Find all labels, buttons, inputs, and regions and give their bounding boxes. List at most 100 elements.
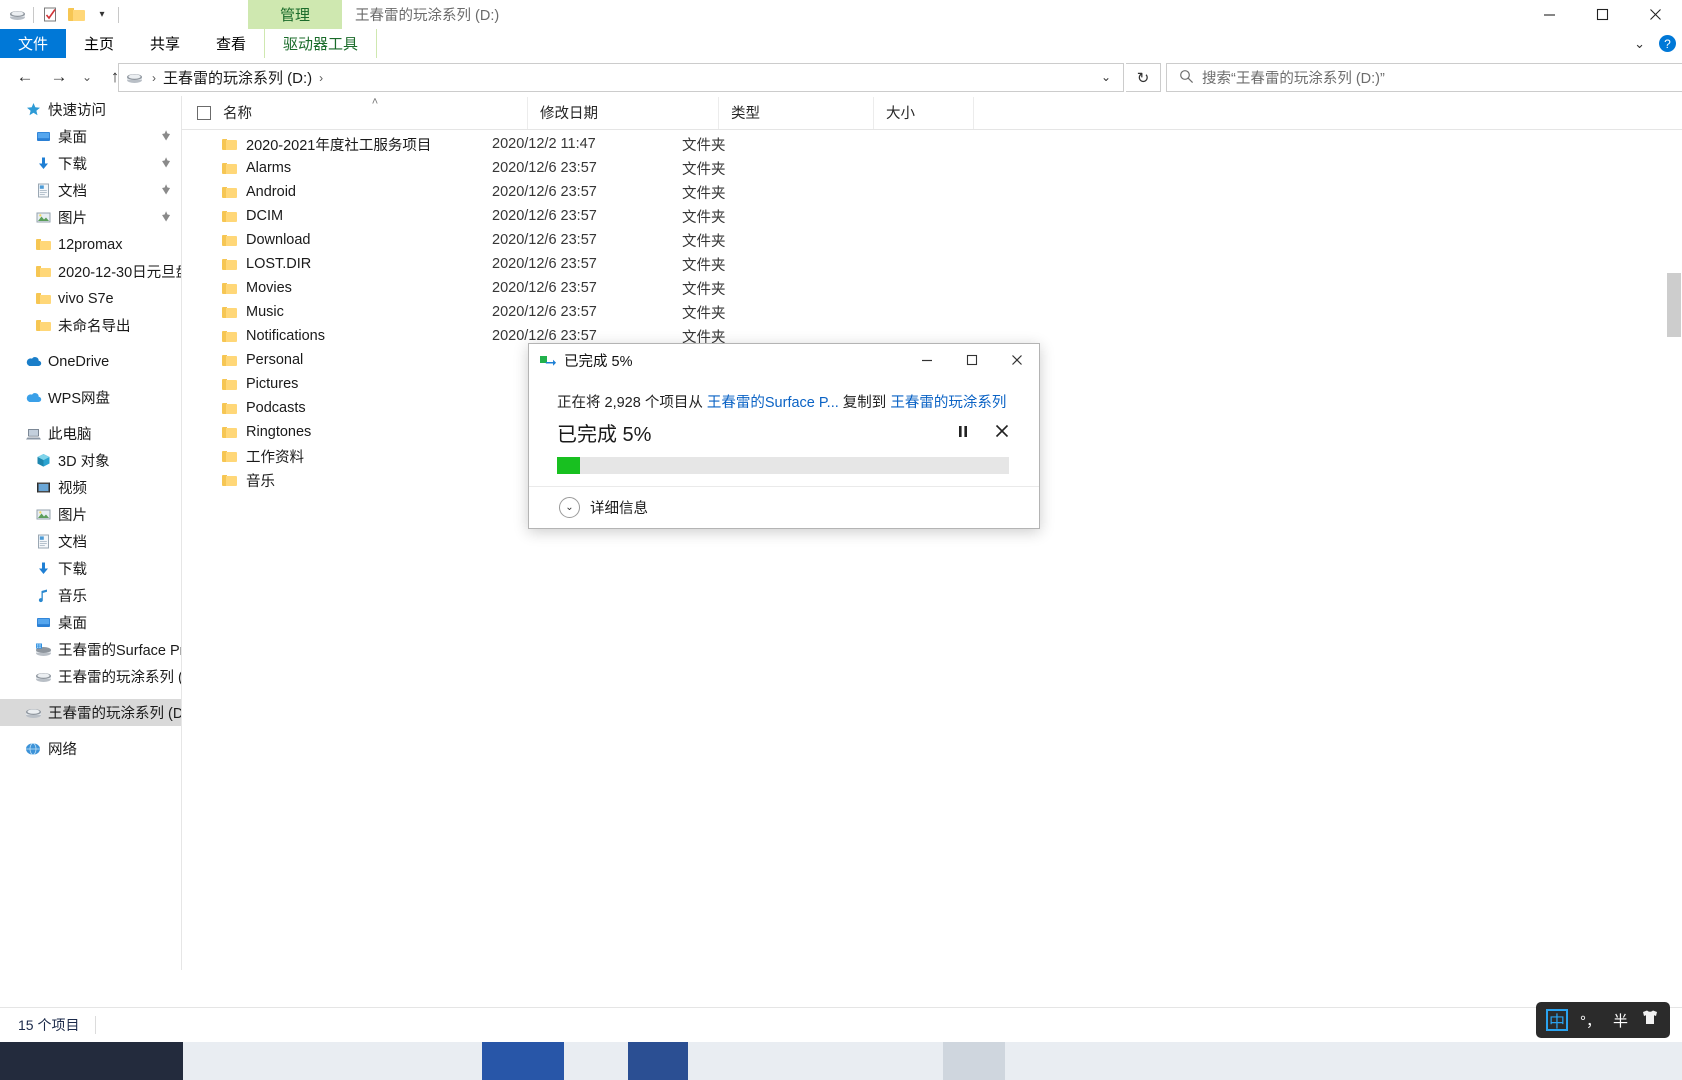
search-input[interactable]: 搜索“王春雷的玩涂系列 (D:)” [1202,67,1385,88]
sidebar-item-17[interactable]: 音乐 [0,582,181,609]
pause-button[interactable] [957,425,969,441]
tab-file[interactable]: 文件 [0,29,66,58]
sidebar-item-7[interactable]: vivo S7e [0,285,181,312]
table-row[interactable]: Music 2020/12/6 23:57 文件夹 [182,300,1682,324]
sidebar-item-8[interactable]: 未命名导出 [0,312,181,339]
copy-description: 正在将 2,928 个项目从 王春雷的Surface P... 复制到 王春雷的… [557,391,1009,412]
refresh-button[interactable]: ↻ [1126,63,1161,92]
dialog-maximize-button[interactable] [949,344,994,376]
file-type-cell: 文件夹 [682,233,726,250]
chevron-down-icon[interactable]: ⌄ [559,497,580,518]
forward-button[interactable]: → [42,59,76,95]
minimize-button[interactable] [1523,0,1576,29]
ime-mode-button[interactable]: 中 [1545,1009,1568,1031]
sidebar-item-label: vivo S7e [58,290,114,307]
sidebar-item-13[interactable]: 视频 [0,474,181,501]
sidebar-item-4[interactable]: 图片 [0,204,181,231]
breadcrumb-drive[interactable]: 王春雷的玩涂系列 (D:) [161,65,314,90]
sidebar-item-6[interactable]: 2020-12-30日元旦盘 [0,258,181,285]
sidebar-item-21[interactable]: 王春雷的玩涂系列 (D [0,699,181,726]
breadcrumb-separator-2[interactable]: › [314,71,328,85]
details-toggle-label[interactable]: 详细信息 [590,497,648,518]
sidebar-item-20[interactable]: 王春雷的玩涂系列 (I [0,663,181,690]
table-row[interactable]: Movies 2020/12/6 23:57 文件夹 [182,276,1682,300]
table-row[interactable]: Alarms 2020/12/6 23:57 文件夹 [182,156,1682,180]
sidebar-item-15[interactable]: 文档 [0,528,181,555]
sidebar-item-10[interactable]: WPS网盘 [0,384,181,411]
taskbar-start-region[interactable] [0,1042,183,1080]
sidebar-item-0[interactable]: 快速访问 [0,96,181,123]
sidebar-item-3[interactable]: 文档 [0,177,181,204]
folder-icon [222,474,237,487]
tab-drive-tools[interactable]: 驱动器工具 [264,29,378,58]
copy-source-link[interactable]: 王春雷的Surface P... [707,395,839,411]
maximize-button[interactable] [1576,0,1629,29]
table-row[interactable]: Download 2020/12/6 23:57 文件夹 [182,228,1682,252]
sidebar-item-9[interactable]: OneDrive [0,348,181,375]
select-all-checkbox[interactable] [197,105,211,120]
taskbar-app-2[interactable] [628,1042,688,1080]
ime-width-button[interactable]: 半 [1613,1010,1628,1031]
sidebar-item-16[interactable]: 下载 [0,555,181,582]
table-row[interactable]: LOST.DIR 2020/12/6 23:57 文件夹 [182,252,1682,276]
sidebar-item-22[interactable]: 网络 [0,735,181,762]
skin-icon[interactable] [1640,1009,1660,1031]
breadcrumb-separator-1[interactable]: › [147,71,161,85]
nav-group-gap [0,375,181,384]
customize-dropdown-icon[interactable]: ▾ [89,0,115,29]
column-size[interactable]: 大小 [874,96,974,129]
cancel-button[interactable] [995,423,1009,443]
copy-destination-link[interactable]: 王春雷的玩涂系列 (... [890,395,1009,411]
sidebar-item-2[interactable]: 下载 [0,150,181,177]
sidebar-item-19[interactable]: 王春雷的Surface Pr [0,636,181,663]
pin-icon[interactable] [155,127,174,146]
close-button[interactable] [1629,0,1682,29]
address-breadcrumb-box[interactable]: › 王春雷的玩涂系列 (D:) › [118,63,1124,92]
pin-icon[interactable] [155,208,174,227]
drive-icon[interactable] [4,0,30,29]
sidebar-item-14[interactable]: 图片 [0,501,181,528]
ime-toolbar[interactable]: 中 °， 半 [1535,1002,1670,1038]
taskbar[interactable] [0,1042,1682,1080]
tab-share[interactable]: 共享 [132,29,198,58]
sidebar-item-5[interactable]: 12promax [0,231,181,258]
table-row[interactable]: DCIM 2020/12/6 23:57 文件夹 [182,204,1682,228]
column-name[interactable]: ˄ 名称 [223,95,528,129]
status-bar: 15 个项目 [0,1007,1682,1042]
tab-view[interactable]: 查看 [198,29,264,58]
address-dropdown-icon[interactable]: ⌄ [1092,63,1120,90]
table-row[interactable]: 2020-2021年度社工服务项目 2020/12/2 11:47 文件夹 [182,132,1682,156]
sidebar-item-12[interactable]: 3D 对象 [0,447,181,474]
help-icon[interactable]: ? [1659,35,1676,52]
pin-icon[interactable] [155,181,174,200]
taskbar-app-3[interactable] [943,1042,1005,1080]
nav-group-gap [0,690,181,699]
sort-ascending-icon: ˄ [371,95,379,108]
table-row[interactable]: Android 2020/12/6 23:57 文件夹 [182,180,1682,204]
copy-progress-dialog[interactable]: ➞ 已完成 5% 正在将 2,928 个项目从 王春雷的Surface P...… [528,343,1040,529]
column-type[interactable]: 类型 [719,96,874,129]
sidebar-item-1[interactable]: 桌面 [0,123,181,150]
column-date-modified[interactable]: 修改日期 [528,96,719,129]
search-box[interactable]: 搜索“王春雷的玩涂系列 (D:)” [1166,63,1682,92]
taskbar-app-1[interactable] [482,1042,564,1080]
tab-home[interactable]: 主页 [66,29,132,58]
file-name-cell: Download [182,232,492,248]
file-date-cell: 2020/12/6 23:57 [492,232,597,248]
sidebar-item-11[interactable]: 此电脑 [0,420,181,447]
recent-locations-button[interactable]: ⌄ [76,59,98,95]
dialog-close-button[interactable] [994,344,1039,376]
ime-punctuation-button[interactable]: °， [1580,1010,1601,1031]
chevron-down-icon[interactable]: ⌄ [1634,36,1645,52]
vertical-scrollbar[interactable] [1666,181,1682,1066]
file-name-label: Pictures [246,376,299,392]
properties-icon[interactable] [37,0,63,29]
pin-icon[interactable] [155,154,174,173]
sidebar-item-18[interactable]: 桌面 [0,609,181,636]
dialog-minimize-button[interactable] [904,344,949,376]
new-folder-icon[interactable] [63,0,89,29]
back-button[interactable]: ← [8,59,42,95]
folder-icon [222,450,237,463]
scrollbar-thumb[interactable] [1667,273,1681,337]
title-bar: ▾ 管理 王春雷的玩涂系列 (D:) [0,0,1682,29]
